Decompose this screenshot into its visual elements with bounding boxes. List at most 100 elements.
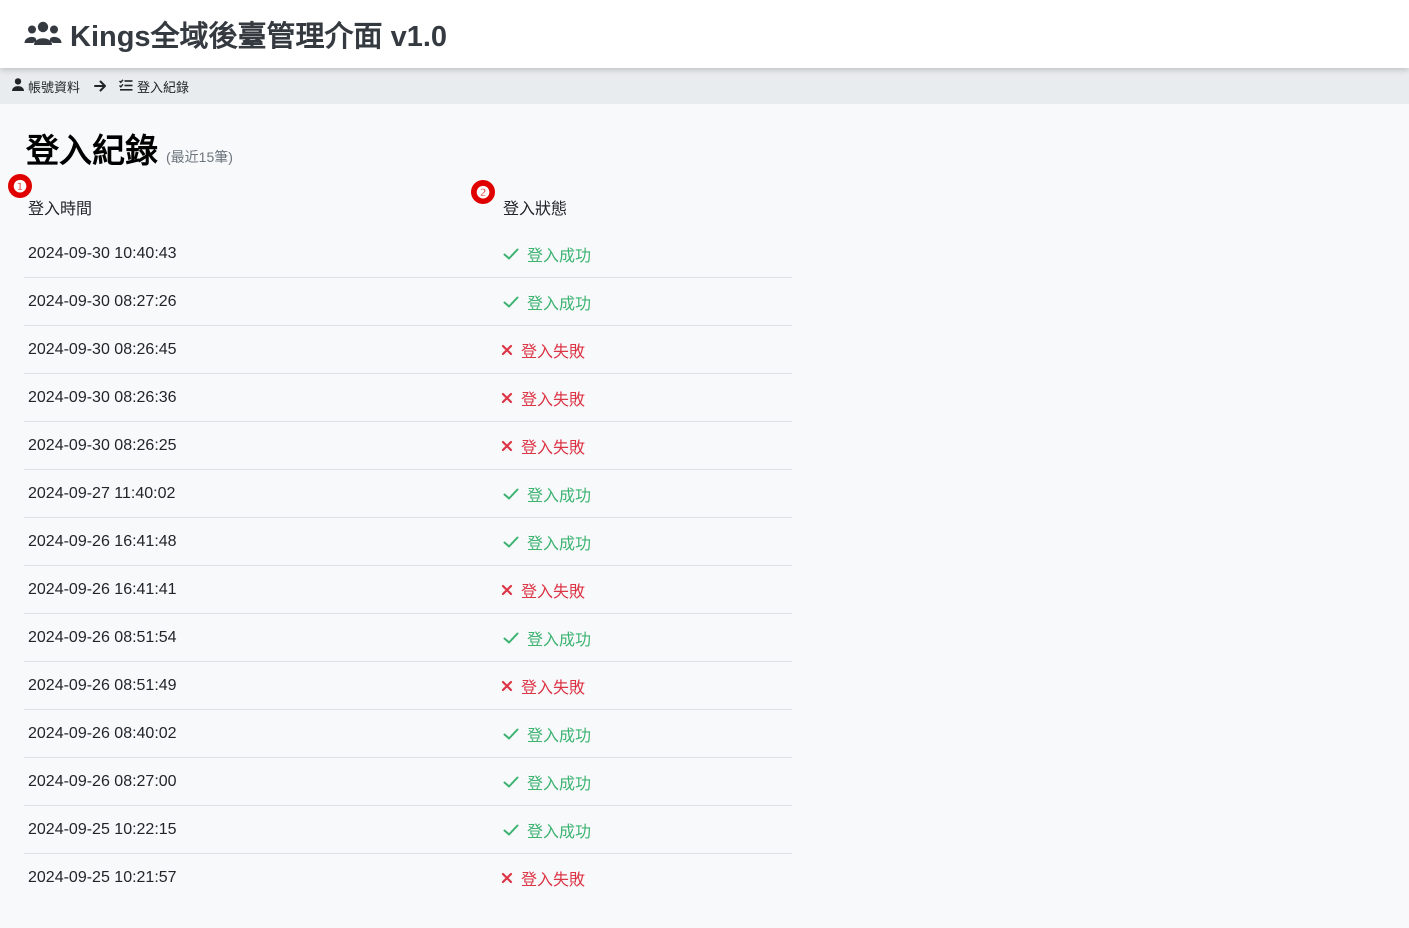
login-time-cell: 2024-09-30 08:26:45 [24, 325, 499, 374]
status-label: 登入失敗 [521, 679, 586, 697]
status-label: 登入失敗 [521, 871, 586, 889]
login-time-cell: 2024-09-26 16:41:41 [24, 565, 499, 614]
check-icon [503, 632, 519, 644]
table-row: 2024-09-26 16:41:41 登入失敗 [24, 565, 792, 614]
status-badge: 登入成功 [503, 722, 591, 746]
breadcrumb: 帳號資料 登入紀錄 [0, 68, 1409, 104]
status-badge: 登入失敗 [501, 578, 586, 602]
status-label: 登入成功 [527, 727, 592, 745]
users-icon [24, 21, 62, 47]
table-row: 2024-09-30 08:26:36 登入失敗 [24, 373, 792, 422]
status-label: 登入成功 [527, 631, 592, 649]
login-time-cell: 2024-09-25 10:21:57 [24, 853, 499, 901]
login-status-cell: 登入成功 [499, 709, 792, 758]
login-time: 2024-09-26 16:41:41 [28, 580, 177, 598]
status-label: 登入失敗 [521, 391, 586, 409]
login-time: 2024-09-30 08:26:45 [28, 340, 177, 358]
check-icon [503, 488, 519, 500]
breadcrumb-label-account: 帳號資料 [28, 79, 81, 95]
login-time-cell: 2024-09-25 10:22:15 [24, 805, 499, 854]
login-time-cell: 2024-09-30 08:26:25 [24, 421, 499, 470]
breadcrumb-label-login-log: 登入紀錄 [137, 79, 190, 95]
check-icon [503, 536, 519, 548]
table-row: 2024-09-25 10:21:57 登入失敗 [24, 853, 792, 901]
table-row: 2024-09-27 11:40:02 登入成功 [24, 469, 792, 518]
status-label: 登入成功 [527, 487, 592, 505]
status-badge: 登入失敗 [501, 434, 586, 458]
status-label: 登入成功 [527, 775, 592, 793]
page-header: 登入紀錄 (最近15筆) [26, 124, 233, 172]
check-icon [503, 776, 519, 788]
login-time: 2024-09-30 08:26:36 [28, 388, 177, 406]
login-time-cell: 2024-09-27 11:40:02 [24, 469, 499, 518]
status-label: 登入失敗 [521, 583, 586, 601]
status-badge: 登入成功 [503, 482, 591, 506]
column-header-login-status: 登入狀態 [503, 201, 568, 218]
status-label: 登入成功 [527, 295, 592, 313]
login-status-cell: 登入成功 [499, 277, 792, 326]
login-status-cell: 登入成功 [499, 517, 792, 566]
table-row: 2024-09-26 08:51:49 登入失敗 [24, 661, 792, 710]
x-icon [501, 392, 513, 404]
login-time-cell: 2024-09-26 08:40:02 [24, 709, 499, 758]
check-icon [503, 248, 519, 260]
table-row: 2024-09-25 10:22:15 登入成功 [24, 805, 792, 854]
page-title: 登入紀錄 [26, 132, 158, 169]
login-time-cell: 2024-09-26 16:41:48 [24, 517, 499, 566]
login-time: 2024-09-30 08:26:25 [28, 436, 177, 454]
table-header-row: 登入時間 登入狀態 [24, 184, 792, 230]
status-badge: 登入成功 [503, 530, 591, 554]
table-body: 2024-09-30 10:40:43 登入成功 2024-09-30 08:27:… [24, 230, 792, 901]
breadcrumb-item-login-log[interactable]: 登入紀錄 [119, 77, 189, 96]
user-icon [12, 78, 24, 94]
login-status-cell: 登入失敗 [499, 421, 792, 470]
status-badge: 登入成功 [503, 818, 591, 842]
login-time-cell: 2024-09-26 08:27:00 [24, 757, 499, 806]
status-badge: 登入成功 [503, 290, 591, 314]
login-time-cell: 2024-09-30 08:27:26 [24, 277, 499, 326]
column-header-login-time: 登入時間 [28, 201, 93, 218]
login-status-cell: 登入成功 [499, 469, 792, 518]
login-status-cell: 登入失敗 [499, 325, 792, 374]
x-icon [501, 344, 513, 356]
login-time-cell: 2024-09-30 10:40:43 [24, 230, 499, 278]
login-time: 2024-09-30 10:40:43 [28, 244, 177, 262]
login-status-cell: 登入成功 [499, 757, 792, 806]
status-label: 登入失敗 [521, 439, 586, 457]
login-status-cell: 登入失敗 [499, 853, 792, 901]
login-time: 2024-09-26 16:41:48 [28, 532, 177, 550]
status-label: 登入成功 [527, 535, 592, 553]
status-badge: 登入失敗 [501, 338, 586, 362]
status-label: 登入成功 [527, 247, 592, 265]
status-badge: 登入成功 [503, 770, 591, 794]
top-navbar: Kings全域後臺管理介面 v1.0 [0, 0, 1409, 68]
login-time-cell: 2024-09-26 08:51:49 [24, 661, 499, 710]
table-row: 2024-09-26 08:27:00 登入成功 [24, 757, 792, 806]
login-time-cell: 2024-09-26 08:51:54 [24, 613, 499, 662]
status-badge: 登入失敗 [501, 674, 586, 698]
app-brand[interactable]: Kings全域後臺管理介面 v1.0 [24, 16, 447, 53]
status-label: 登入失敗 [521, 343, 586, 361]
table-row: 2024-09-26 16:41:48 登入成功 [24, 517, 792, 566]
login-time: 2024-09-26 08:27:00 [28, 772, 177, 790]
x-icon [501, 872, 513, 884]
table-row: 2024-09-30 08:27:26 登入成功 [24, 277, 792, 326]
login-status-cell: 登入成功 [499, 613, 792, 662]
login-time-cell: 2024-09-30 08:26:36 [24, 373, 499, 422]
table-row: 2024-09-26 08:40:02 登入成功 [24, 709, 792, 758]
check-icon [503, 728, 519, 740]
login-time: 2024-09-27 11:40:02 [28, 484, 176, 502]
page-subtitle: (最近15筆) [166, 149, 233, 165]
login-time: 2024-09-30 08:27:26 [28, 292, 177, 310]
login-status-cell: 登入失敗 [499, 661, 792, 710]
login-time: 2024-09-26 08:40:02 [28, 724, 177, 742]
status-badge: 登入失敗 [501, 386, 586, 410]
status-label: 登入成功 [527, 823, 592, 841]
login-time: 2024-09-26 08:51:54 [28, 628, 177, 646]
breadcrumb-item-account[interactable]: 帳號資料 [12, 77, 80, 96]
login-log-table: 登入時間 登入狀態 2024-09-30 10:40:43 登入成功 2024-09… [24, 184, 792, 901]
x-icon [501, 584, 513, 596]
x-icon [501, 440, 513, 452]
login-time: 2024-09-25 10:21:57 [28, 868, 177, 886]
list-check-icon [119, 78, 133, 94]
